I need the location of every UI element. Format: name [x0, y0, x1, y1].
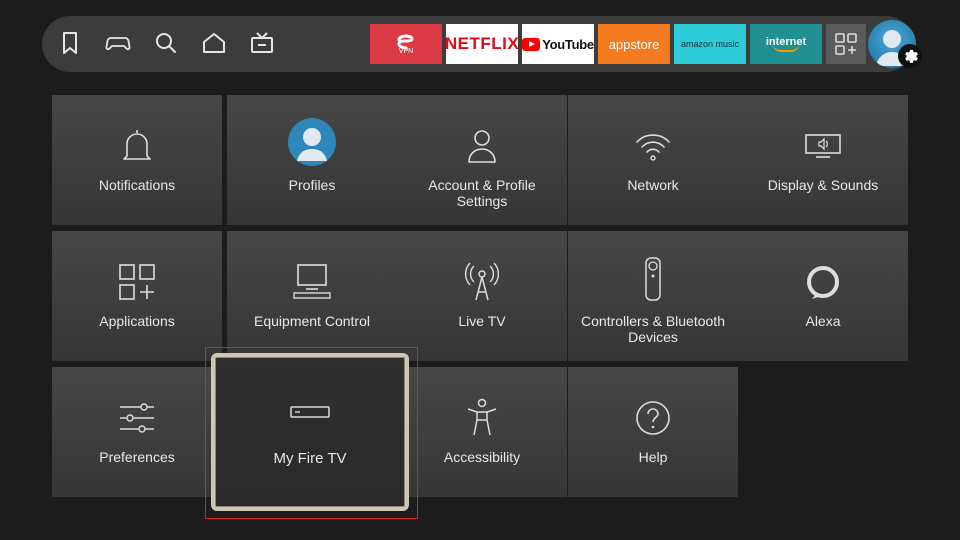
gamepad-icon[interactable] [105, 30, 131, 56]
bell-icon [119, 125, 155, 167]
amazon-smile-icon [773, 44, 799, 52]
tile-network[interactable]: Network [568, 95, 738, 225]
tile-label: Preferences [99, 449, 175, 465]
tile-label: Equipment Control [254, 313, 370, 329]
wifi-icon [633, 125, 673, 167]
tile-equipment-control[interactable]: Equipment Control [227, 231, 397, 361]
youtube-play-icon [522, 37, 541, 51]
tv-equipment-icon [292, 261, 332, 303]
tile-label: Notifications [98, 177, 176, 193]
sliders-icon [118, 397, 156, 439]
amazon-music-label: amazon music [680, 39, 740, 49]
app-appstore[interactable]: appstore [598, 24, 670, 64]
app-netflix[interactable]: NETFLIX [444, 24, 520, 64]
youtube-label: YouTube [542, 36, 594, 52]
tile-label: Controllers & Bluetooth Devices [581, 313, 725, 345]
tile-label: Profiles [288, 177, 336, 193]
help-icon [634, 397, 672, 439]
all-apps-button[interactable] [826, 24, 866, 64]
accessibility-icon [465, 397, 499, 439]
tile-label: Display & Sounds [767, 177, 879, 193]
tile-label: Help [638, 449, 668, 465]
tile-accessibility[interactable]: Accessibility [397, 367, 567, 497]
app-vpn[interactable]: VPN [370, 24, 442, 64]
tile-label: Accessibility [443, 449, 521, 465]
applications-icon [118, 261, 156, 303]
tile-display-sounds[interactable]: Display & Sounds [738, 95, 908, 225]
tile-notifications[interactable]: Notifications [52, 95, 222, 225]
bookmark-icon[interactable] [57, 30, 83, 56]
app-internet[interactable]: internet [750, 24, 822, 64]
tile-help[interactable]: Help [568, 367, 738, 497]
profile-avatar-icon [287, 117, 337, 167]
app-youtube[interactable]: YouTube [522, 24, 594, 64]
tile-applications[interactable]: Applications [52, 231, 222, 361]
home-icon[interactable] [201, 30, 227, 56]
tile-profiles[interactable]: Profiles [227, 95, 397, 225]
top-navigation-bar: VPN NETFLIX YouTube appstore amazon musi… [42, 16, 922, 72]
highlight-box [205, 347, 418, 519]
alexa-icon [804, 261, 842, 303]
tile-label: Network [627, 177, 679, 193]
tile-label: Applications [99, 313, 175, 329]
tile-label: Account & Profile Settings [428, 177, 536, 209]
tile-label: Alexa [805, 313, 841, 329]
remote-icon [643, 255, 663, 303]
live-tv-icon[interactable] [249, 30, 275, 56]
appstore-label: appstore [608, 36, 660, 52]
tile-label: Live TV [458, 313, 506, 329]
settings-gear-icon[interactable] [898, 44, 922, 68]
tile-preferences[interactable]: Preferences [52, 367, 222, 497]
apps-grid-icon [835, 33, 857, 55]
tile-alexa[interactable]: Alexa [738, 231, 908, 361]
vpn-label: VPN [398, 47, 414, 55]
app-amazon-music[interactable]: amazon music [674, 24, 746, 64]
tile-live-tv[interactable]: Live TV [397, 231, 567, 361]
display-icon [804, 125, 842, 167]
person-icon [464, 125, 500, 167]
netflix-label: NETFLIX [444, 34, 520, 53]
tile-controllers-bluetooth[interactable]: Controllers & Bluetooth Devices [568, 231, 738, 361]
tile-account-profile-settings[interactable]: Account & Profile Settings [397, 95, 567, 225]
antenna-icon [462, 261, 502, 303]
search-icon[interactable] [153, 30, 179, 56]
